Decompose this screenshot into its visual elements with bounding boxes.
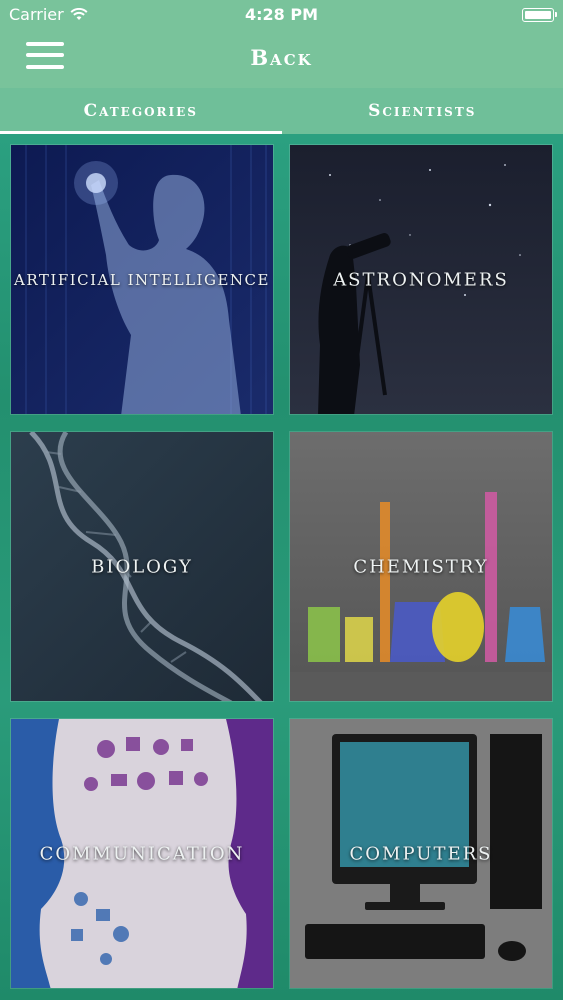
category-label: ASTRONOMERS (333, 269, 509, 290)
segmented-tabs: Categories Scientists (0, 88, 563, 134)
category-label: ARTIFICIAL INTELLIGENCE (14, 270, 270, 289)
category-tile-chemistry[interactable]: CHEMISTRY (289, 431, 553, 702)
tab-categories[interactable]: Categories (0, 88, 282, 134)
category-tile-astronomers[interactable]: ASTRONOMERS (289, 144, 553, 415)
battery-icon (522, 8, 557, 22)
category-label: BIOLOGY (91, 556, 193, 577)
category-tile-artificial-intelligence[interactable]: ARTIFICIAL INTELLIGENCE (10, 144, 274, 415)
tab-scientists[interactable]: Scientists (282, 88, 563, 134)
category-tile-biology[interactable]: BIOLOGY (10, 431, 274, 702)
category-tile-computers[interactable]: COMPUTERS (289, 718, 553, 989)
category-tile-communication[interactable]: COMMUNICATION (10, 718, 274, 989)
category-label: COMMUNICATION (39, 843, 245, 864)
categories-grid: ARTIFICIAL INTELLIGENCE ASTRONOMERS BIOL… (10, 144, 553, 989)
back-button[interactable]: Back (0, 45, 563, 70)
status-bar: Carrier 4:28 PM (0, 0, 563, 30)
category-label: COMPUTERS (349, 843, 493, 864)
clock: 4:28 PM (244, 5, 318, 24)
category-label: CHEMISTRY (353, 556, 489, 577)
